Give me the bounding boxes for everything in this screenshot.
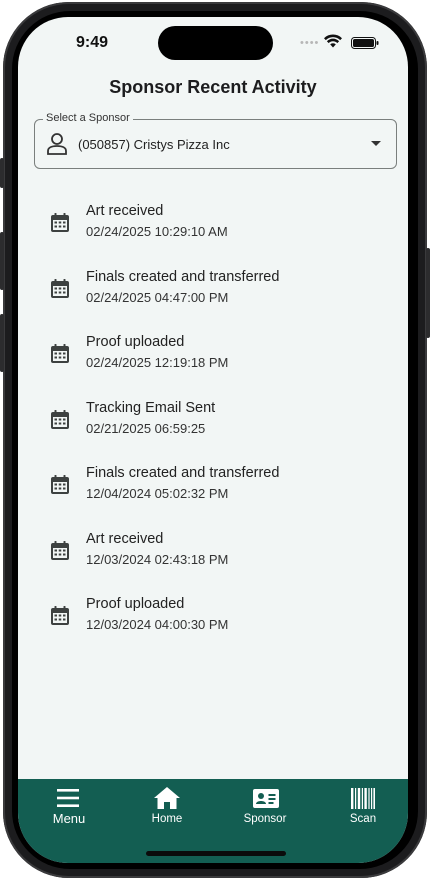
calendar-icon xyxy=(51,540,69,565)
activity-title: Proof uploaded xyxy=(86,334,185,350)
nav-sponsor[interactable]: Sponsor xyxy=(225,779,305,839)
battery-icon xyxy=(351,37,379,49)
nav-menu-label: Menu xyxy=(52,811,86,826)
barcode-icon xyxy=(351,788,375,809)
home-icon xyxy=(154,787,180,809)
activity-title: Proof uploaded xyxy=(86,596,185,612)
id-card-icon xyxy=(253,789,279,808)
activity-date: 02/24/2025 12:19:18 PM xyxy=(86,355,229,370)
person-icon xyxy=(47,133,67,155)
status-bar: 9:49 •••• xyxy=(18,17,408,67)
activity-date: 02/24/2025 10:29:10 AM xyxy=(86,224,228,239)
activity-item[interactable]: Finals created and transferred 02/24/2025… xyxy=(18,269,408,319)
activity-date: 02/24/2025 04:47:00 PM xyxy=(86,289,229,305)
status-time: 9:49 xyxy=(76,34,109,51)
calendar-icon xyxy=(51,213,69,237)
activity-date: 12/03/2024 04:00:30 PM xyxy=(86,617,229,632)
nav-menu[interactable]: Menu xyxy=(29,779,109,839)
activity-title: Finals created and transferred xyxy=(86,465,280,481)
activity-item[interactable]: Proof uploaded 12/03/2024 04:00:30 PM xyxy=(18,596,408,646)
sponsor-select[interactable]: Select a Sponsor (050857) Cristys Pizza … xyxy=(34,112,397,169)
sponsor-select-label: Select a Sponsor xyxy=(43,112,133,124)
activity-item[interactable]: Proof uploaded 02/24/2025 12:19:18 PM xyxy=(18,334,408,384)
app-screen: 9:49 •••• Sponsor Recent Activity Select… xyxy=(18,17,408,863)
nav-sponsor-label: Sponsor xyxy=(243,813,287,825)
activity-item[interactable]: Finals created and transferred 12/04/2024… xyxy=(18,465,408,515)
signal-dots-icon: •••• xyxy=(300,37,320,49)
power-button xyxy=(426,248,430,338)
action-button xyxy=(0,158,4,188)
wifi-icon xyxy=(324,34,342,48)
nav-scan[interactable]: Scan xyxy=(323,779,403,839)
activity-date: 02/21/2025 06:59:25 xyxy=(86,420,206,436)
nav-home[interactable]: Home xyxy=(127,779,207,839)
dropdown-arrow-icon xyxy=(371,141,381,146)
home-indicator xyxy=(146,851,286,856)
nav-home-label: Home xyxy=(151,813,183,825)
hamburger-icon xyxy=(57,789,79,807)
activity-item[interactable]: Tracking Email Sent 02/21/2025 06:59:25 xyxy=(18,400,408,450)
activity-title: Tracking Email Sent xyxy=(86,399,216,416)
calendar-icon xyxy=(51,475,69,499)
volume-up-button xyxy=(0,232,4,290)
nav-scan-label: Scan xyxy=(349,813,377,825)
dynamic-island xyxy=(158,26,273,60)
activity-date: 12/03/2024 02:43:18 PM xyxy=(86,551,229,567)
calendar-icon xyxy=(51,278,69,303)
activity-title: Art received xyxy=(86,530,164,547)
activity-title: Finals created and transferred xyxy=(86,268,280,285)
calendar-icon xyxy=(51,606,69,630)
calendar-icon xyxy=(51,409,69,434)
sponsor-select-value: (050857) Cristys Pizza Inc xyxy=(78,137,230,152)
activity-title: Art received xyxy=(86,203,164,219)
page-title: Sponsor Recent Activity xyxy=(109,77,317,97)
calendar-icon xyxy=(51,344,69,368)
activity-date: 12/04/2024 05:02:32 PM xyxy=(86,486,229,501)
volume-down-button xyxy=(0,314,4,372)
activity-item[interactable]: Art received 12/03/2024 02:43:18 PM xyxy=(18,531,408,581)
activity-item[interactable]: Art received 02/24/2025 10:29:10 AM xyxy=(18,203,408,253)
